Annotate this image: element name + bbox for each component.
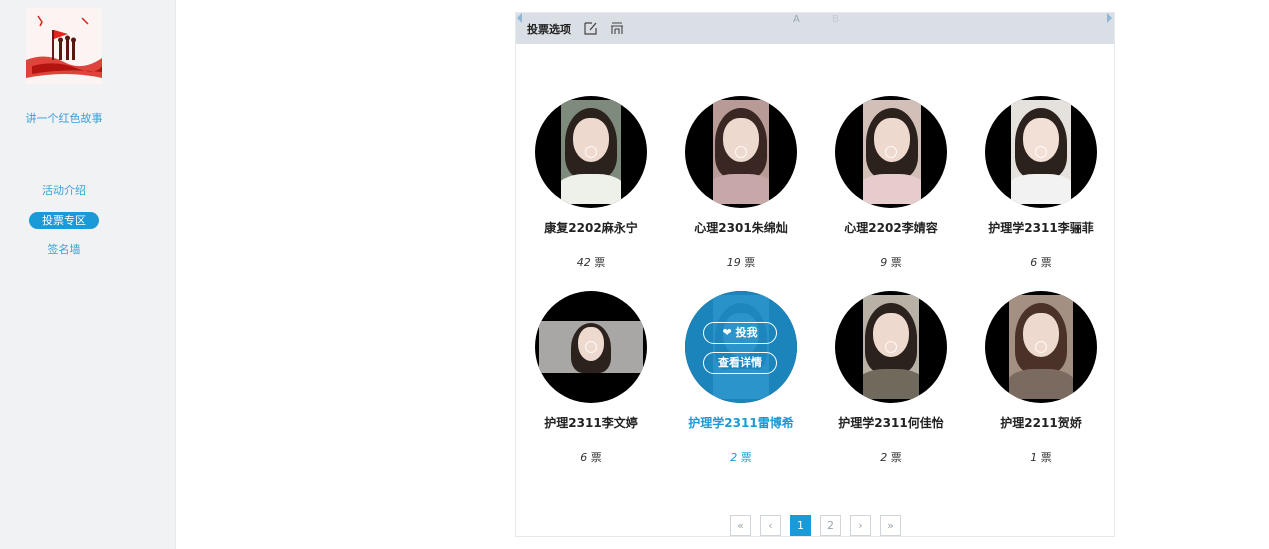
prev-page-button[interactable]: ‹ xyxy=(760,515,781,536)
column-a-label: A xyxy=(793,14,800,25)
play-icon xyxy=(1035,146,1047,158)
vote-overlay: ❤ 投我 查看详情 xyxy=(685,291,797,403)
next-page-button[interactable]: › xyxy=(850,515,871,536)
vote-count: 19 票 xyxy=(726,256,756,269)
activity-logo[interactable] xyxy=(26,8,102,84)
vote-count: 2 票 xyxy=(880,451,902,464)
nav-item-activity-intro[interactable]: 活动介绍 xyxy=(0,182,128,199)
candidate-video-thumbnail[interactable] xyxy=(985,291,1097,403)
last-page-button[interactable]: » xyxy=(880,515,901,536)
toolbar-title: 投票选项 xyxy=(527,23,571,36)
candidate-video-thumbnail[interactable] xyxy=(535,96,647,208)
candidate-video-thumbnail[interactable] xyxy=(835,291,947,403)
scroll-left-icon[interactable] xyxy=(517,13,522,23)
editor-toolbar: 投票选项 A B xyxy=(516,13,1114,44)
candidate-name: 护理2211贺娇 xyxy=(1000,416,1082,430)
page-2-button[interactable]: 2 xyxy=(820,515,841,536)
nav-item-voting-zone[interactable]: 投票专区 xyxy=(0,212,128,229)
vote-count: 9 票 xyxy=(880,256,902,269)
candidate-name: 护理学2311李骊菲 xyxy=(988,221,1094,235)
play-icon xyxy=(585,341,597,353)
play-icon xyxy=(585,146,597,158)
vote-count: 6 票 xyxy=(580,451,602,464)
vote-count: 1 票 xyxy=(1030,451,1052,464)
heart-icon: ❤ xyxy=(722,326,732,339)
vote-count: 6 票 xyxy=(1030,256,1052,269)
play-icon xyxy=(885,341,897,353)
candidate-name: 护理2311李文婷 xyxy=(544,416,638,430)
voting-panel: 投票选项 A B 康复2202麻永宁 42 票 心理2301朱绵灿 19 票 心… xyxy=(515,12,1115,537)
play-icon xyxy=(1035,341,1047,353)
play-icon xyxy=(735,146,747,158)
vote-count: 2 票 xyxy=(730,451,752,464)
candidate-video-thumbnail[interactable] xyxy=(835,96,947,208)
scroll-right-icon[interactable] xyxy=(1107,13,1112,23)
candidate-video-thumbnail[interactable] xyxy=(535,291,647,403)
vote-count: 42 票 xyxy=(576,256,606,269)
play-icon xyxy=(885,146,897,158)
site-title[interactable]: 讲一个红色故事 xyxy=(0,110,128,126)
page-1-button[interactable]: 1 xyxy=(790,515,811,536)
candidate-video-thumbnail[interactable] xyxy=(985,96,1097,208)
edit-icon[interactable] xyxy=(583,20,599,36)
candidate-video-thumbnail[interactable] xyxy=(685,96,797,208)
vote-button[interactable]: ❤ 投我 xyxy=(703,322,777,344)
candidate-name: 心理2301朱绵灿 xyxy=(694,221,788,235)
nav-item-label: 投票专区 xyxy=(29,212,99,229)
view-details-button[interactable]: 查看详情 xyxy=(703,352,777,374)
nav-item-signature-wall[interactable]: 签名墙 xyxy=(0,241,128,258)
candidate-name: 康复2202麻永宁 xyxy=(544,221,638,235)
candidate-name: 护理学2311雷博希 xyxy=(688,416,794,430)
sidebar: 讲一个红色故事 活动介绍 投票专区 签名墙 xyxy=(0,0,176,549)
candidate-name: 心理2202李婧容 xyxy=(844,221,938,235)
first-page-button[interactable]: « xyxy=(730,515,751,536)
candidate-name: 护理学2311何佳怡 xyxy=(838,416,944,430)
column-b-label: B xyxy=(832,14,839,25)
layout-icon[interactable] xyxy=(609,20,625,36)
